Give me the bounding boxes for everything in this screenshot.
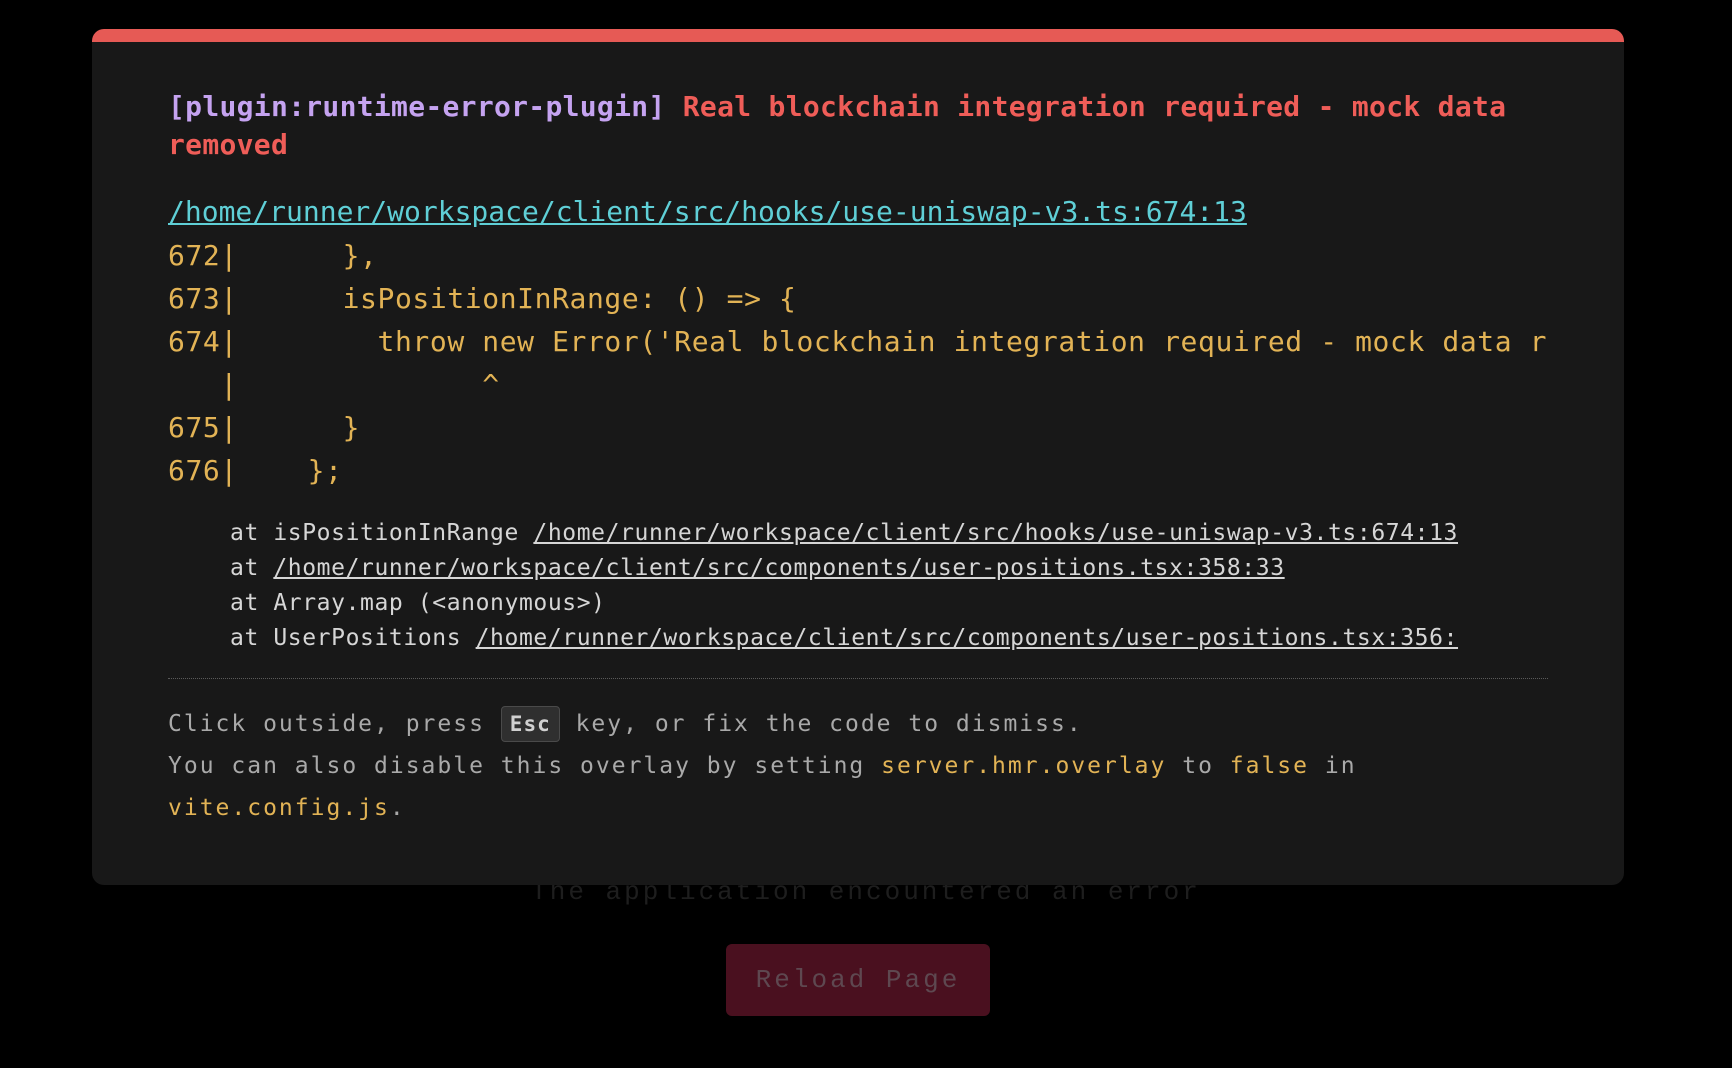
stack-frame-link[interactable]: /home/runner/workspace/client/src/compon… <box>273 555 1284 581</box>
code-frame-line: 674| throw new Error('Real blockchain in… <box>168 325 1548 358</box>
error-message: [plugin:runtime-error-plugin] Real block… <box>168 88 1548 164</box>
stack-frame-link[interactable]: /home/runner/workspace/client/src/compon… <box>476 625 1458 651</box>
setting-value: false <box>1229 753 1310 779</box>
code-frame-line: 673| isPositionInRange: () => { <box>168 282 797 315</box>
code-frame-line: 675| } <box>168 411 361 444</box>
stack-frame-prefix: at UserPositions <box>230 625 476 651</box>
code-frame: 672| }, 673| isPositionInRange: () => { … <box>168 234 1548 492</box>
stack-frame-prefix: at <box>230 555 274 581</box>
stack-frame-link[interactable]: /home/runner/workspace/client/src/hooks/… <box>533 520 1458 546</box>
setting-name: server.hmr.overlay <box>881 753 1167 779</box>
tip-text: You can also disable this overlay by set… <box>168 753 882 779</box>
error-file-link[interactable]: /home/runner/workspace/client/src/hooks/… <box>168 194 1548 230</box>
code-frame-line: 676| }; <box>168 454 343 487</box>
esc-key-badge: Esc <box>500 706 560 742</box>
tip-text: Click outside, press <box>168 711 501 737</box>
stack-frame: at Array.map (<anonymous>) <box>168 586 1548 621</box>
dismiss-tip: Click outside, press Esc key, or fix the… <box>168 703 1548 829</box>
code-frame-line: 672| }, <box>168 239 378 272</box>
stack-frame: at UserPositions /home/runner/workspace/… <box>168 621 1548 656</box>
plugin-tag: [plugin:runtime-error-plugin] <box>168 90 666 123</box>
stack-frame: at /home/runner/workspace/client/src/com… <box>168 551 1548 586</box>
divider <box>168 678 1548 679</box>
error-overlay[interactable]: [plugin:runtime-error-plugin] Real block… <box>92 29 1624 885</box>
error-content: [plugin:runtime-error-plugin] Real block… <box>168 88 1548 829</box>
config-file-name: vite.config.js <box>168 795 390 821</box>
stack-frame-prefix: at Array.map (<anonymous>) <box>230 590 606 616</box>
stack-trace: at isPositionInRange /home/runner/worksp… <box>168 516 1548 656</box>
tip-text: . <box>389 795 406 821</box>
tip-text: key, or fix the code to dismiss. <box>559 711 1083 737</box>
stack-frame: at isPositionInRange /home/runner/worksp… <box>168 516 1548 551</box>
stack-frame-prefix: at isPositionInRange <box>230 520 534 546</box>
tip-text: in <box>1309 753 1357 779</box>
code-frame-caret-line: | ^ <box>168 368 500 401</box>
reload-page-button[interactable]: Reload Page <box>726 944 990 1016</box>
tip-text: to <box>1166 753 1230 779</box>
